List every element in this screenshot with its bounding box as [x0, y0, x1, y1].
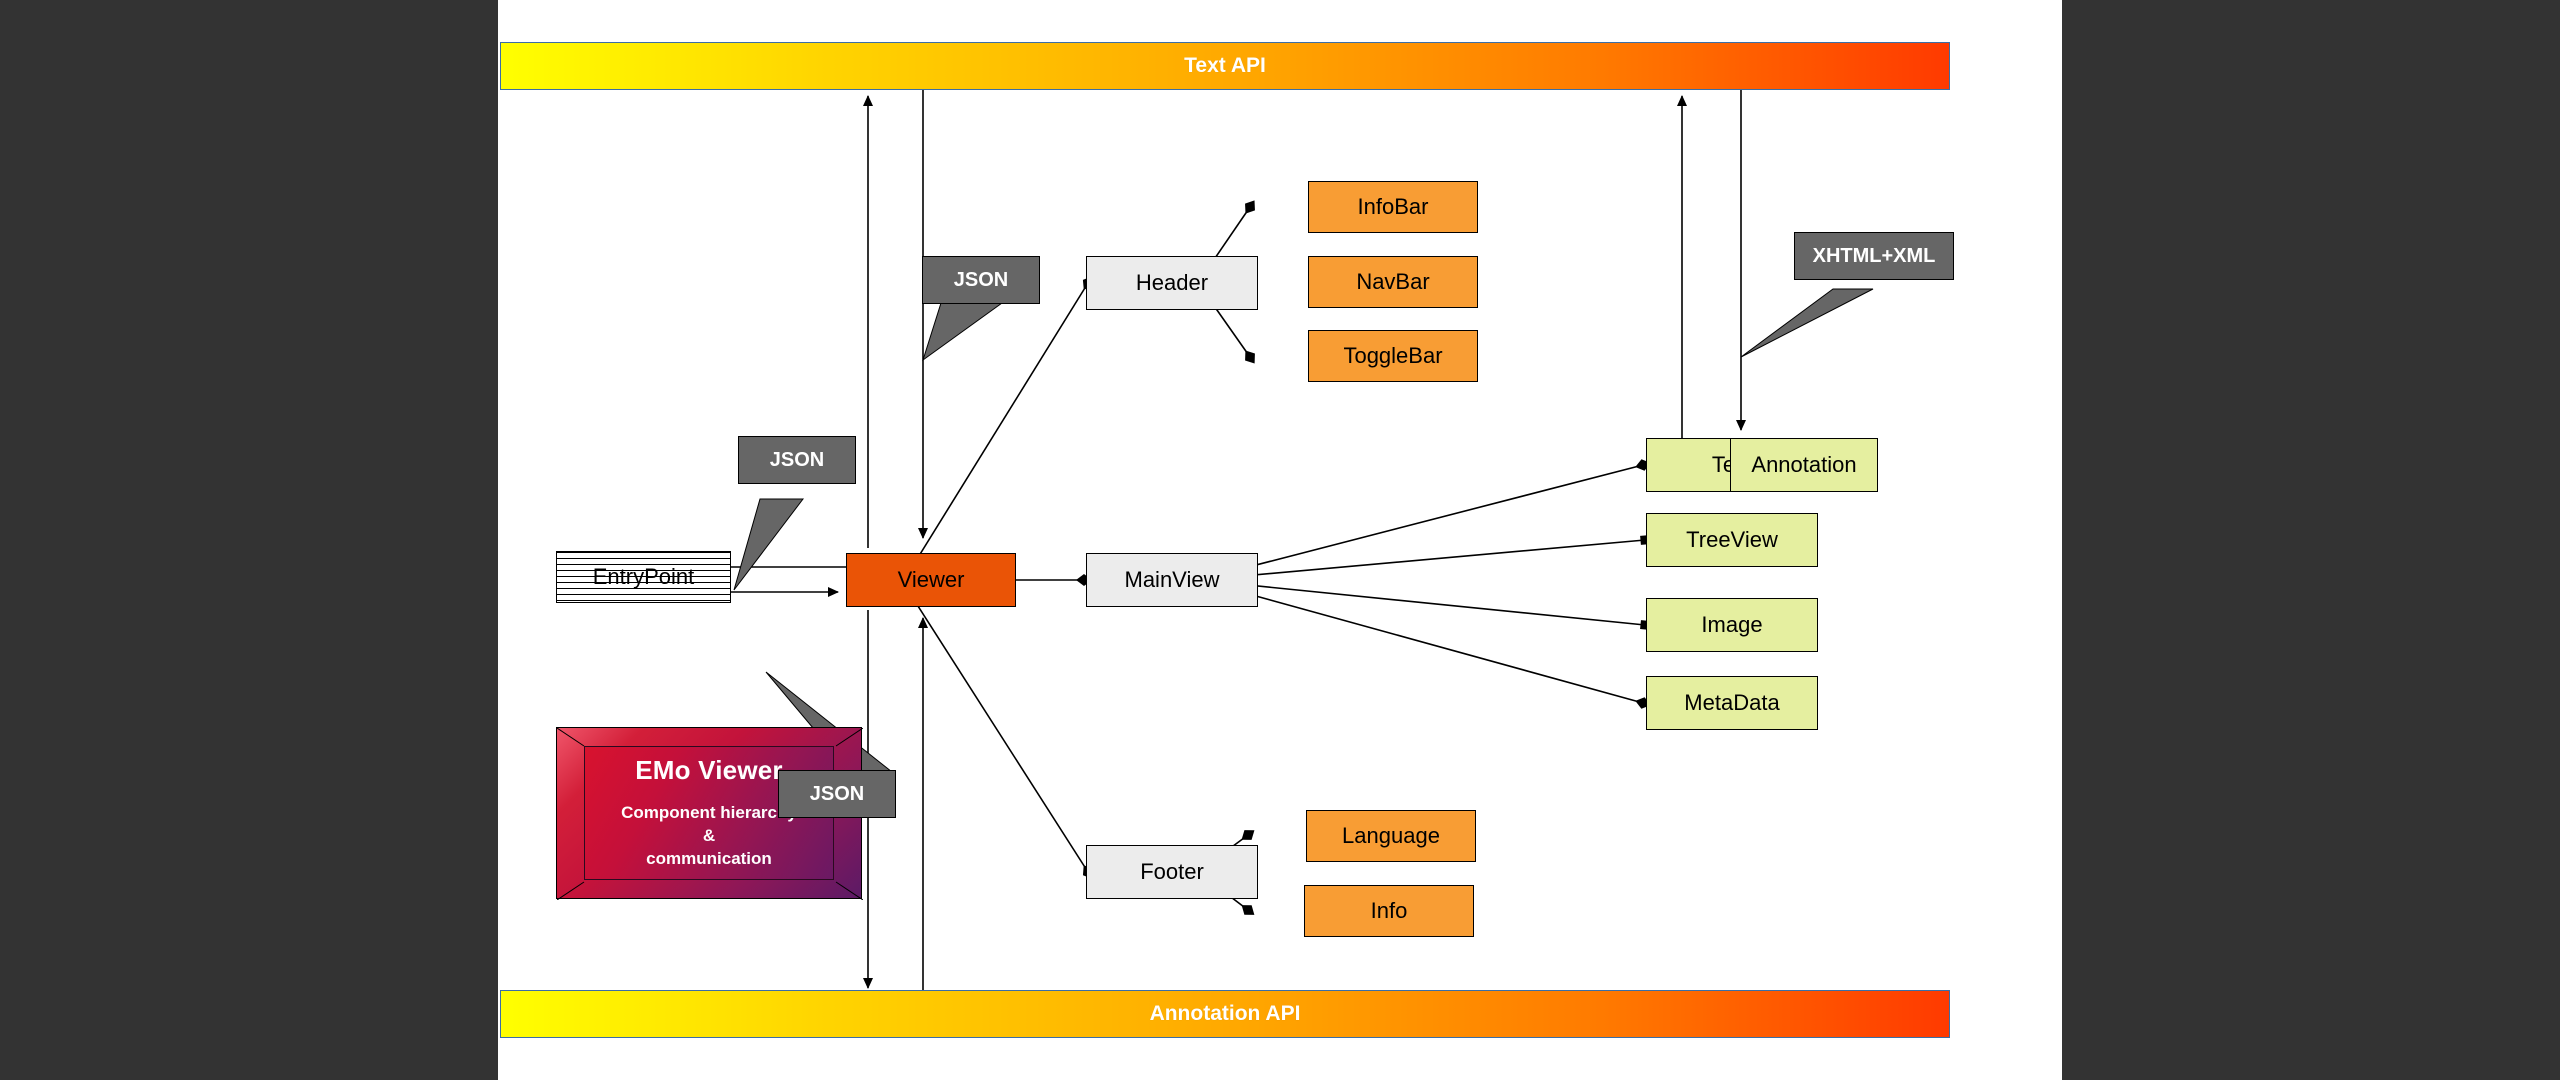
callout-xhtml-xml-tail: [1740, 288, 1874, 358]
callout-xhtml-xml-label: XHTML+XML: [1812, 244, 1936, 267]
callout-xhtml-xml[interactable]: XHTML+XML: [1794, 232, 1954, 280]
legend-subtitle-line1: Component hierarchy: [621, 803, 797, 823]
callout-json-bottom[interactable]: JSON: [778, 770, 896, 818]
callout-json-top-label: JSON: [953, 268, 1009, 291]
callout-json-top[interactable]: JSON: [922, 256, 1040, 304]
legend-subtitle-line2: &: [702, 826, 716, 846]
legend-title: EMo Viewer: [635, 755, 783, 786]
callout-json-left-tail: [733, 498, 805, 591]
legend-subtitle: Component hierarchy & communication: [621, 802, 797, 871]
callout-json-left-label: JSON: [769, 448, 825, 471]
callout-json-left[interactable]: JSON: [738, 436, 856, 484]
diagram-canvas: Text API Annotation API EntryPoint Viewe…: [498, 0, 2062, 1080]
legend-subtitle-line3: communication: [646, 848, 772, 868]
callout-json-bottom-label: JSON: [809, 782, 865, 805]
diagram-page: Text API Annotation API EntryPoint Viewe…: [0, 0, 2560, 1080]
callout-json-top-tail: [922, 302, 1004, 362]
callout-tail-layer: [733, 288, 1874, 773]
